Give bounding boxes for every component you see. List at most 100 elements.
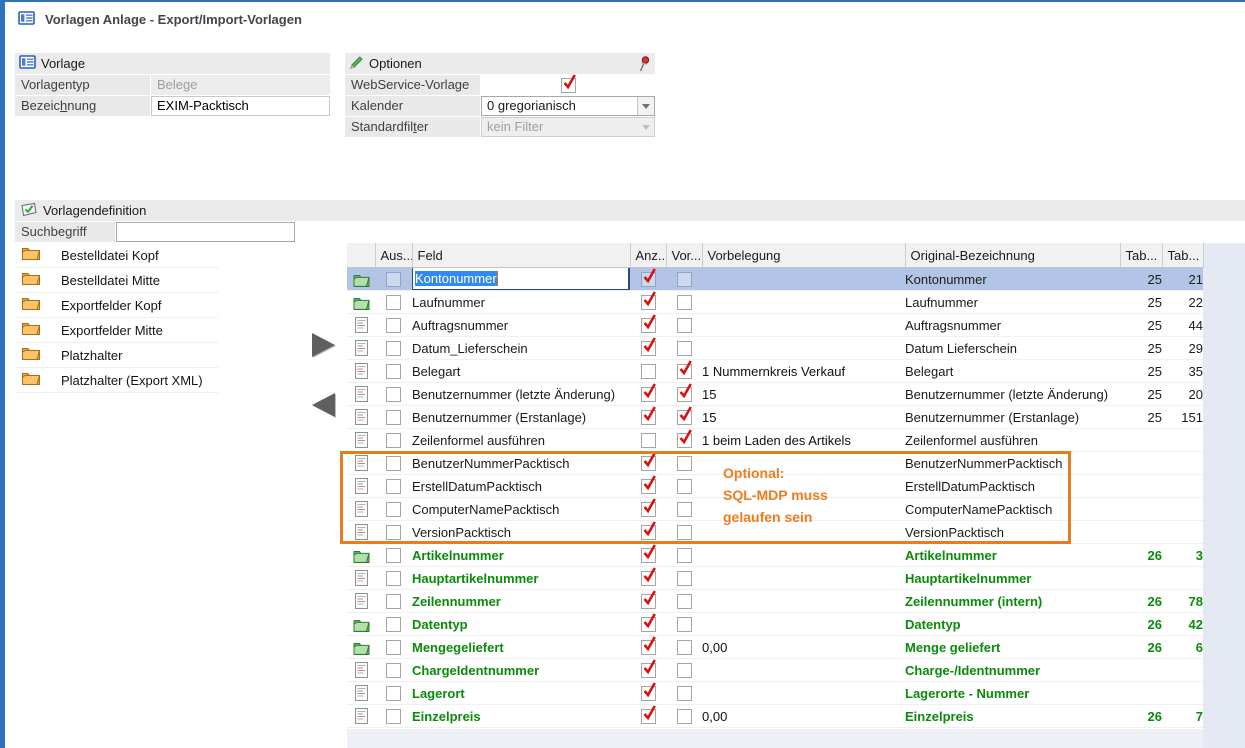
table-row[interactable]: ArtikelnummerArtikelnummer263 — [347, 544, 1203, 567]
vor-checkbox[interactable] — [677, 571, 692, 586]
aus-checkbox[interactable] — [386, 364, 401, 379]
vor-checkbox[interactable] — [677, 410, 692, 425]
vor-checkbox[interactable] — [677, 686, 692, 701]
anz-checkbox[interactable] — [641, 663, 656, 678]
table-row[interactable]: KontonummerKontonummer2521 — [347, 268, 1203, 291]
aus-checkbox[interactable] — [386, 617, 401, 632]
feld-cell[interactable]: Kontonummer — [412, 268, 630, 291]
pushpin-icon[interactable] — [637, 56, 650, 72]
anz-checkbox[interactable] — [641, 341, 656, 356]
anz-checkbox[interactable] — [641, 640, 656, 655]
vor-checkbox[interactable] — [677, 364, 692, 379]
aus-checkbox[interactable] — [386, 479, 401, 494]
table-row[interactable]: Einzelpreis0,00Einzelpreis267 — [347, 705, 1203, 728]
anz-checkbox[interactable] — [641, 479, 656, 494]
vorbelegung-cell[interactable] — [702, 291, 905, 314]
vorbelegung-cell[interactable] — [702, 314, 905, 337]
column-header-tab[interactable]: Tab... — [1162, 243, 1203, 268]
feld-cell[interactable]: Einzelpreis — [412, 705, 630, 728]
feld-cell[interactable]: Benutzernummer (Erstanlage) — [412, 406, 630, 429]
folder-item[interactable]: Exportfelder Mitte — [15, 318, 218, 343]
column-header-icon[interactable] — [347, 243, 375, 268]
vor-checkbox[interactable] — [677, 295, 692, 310]
anz-checkbox[interactable] — [641, 364, 656, 379]
table-row[interactable]: Mengegeliefert0,00Menge geliefert266 — [347, 636, 1203, 659]
table-row[interactable]: ChargeIdentnummerCharge-/Identnummer — [347, 659, 1203, 682]
aus-checkbox[interactable] — [386, 548, 401, 563]
feld-cell[interactable]: Mengegeliefert — [412, 636, 630, 659]
folder-item[interactable]: Bestelldatei Kopf — [15, 243, 218, 268]
vorbelegung-cell[interactable]: 0,00 — [702, 705, 905, 728]
table-row[interactable]: Benutzernummer (letzte Änderung)15Benutz… — [347, 383, 1203, 406]
anz-checkbox[interactable] — [641, 617, 656, 632]
vor-checkbox[interactable] — [677, 387, 692, 402]
table-row[interactable]: HauptartikelnummerHauptartikelnummer — [347, 567, 1203, 590]
aus-checkbox[interactable] — [386, 640, 401, 655]
anz-checkbox[interactable] — [641, 548, 656, 563]
column-header-vorbelegung[interactable]: Vorbelegung — [702, 243, 905, 268]
folder-item[interactable]: Exportfelder Kopf — [15, 293, 218, 318]
vor-checkbox[interactable] — [677, 272, 692, 287]
anz-checkbox[interactable] — [641, 410, 656, 425]
kalender-dropdown[interactable]: 0 gregorianisch — [481, 96, 655, 116]
aus-checkbox[interactable] — [386, 663, 401, 678]
vor-checkbox[interactable] — [677, 479, 692, 494]
vor-checkbox[interactable] — [677, 709, 692, 724]
vor-checkbox[interactable] — [677, 548, 692, 563]
anz-checkbox[interactable] — [641, 594, 656, 609]
folder-item[interactable]: Platzhalter (Export XML) — [15, 368, 218, 393]
column-header-vor[interactable]: Vor... — [666, 243, 702, 268]
table-row[interactable]: Belegart1 Nummernkreis VerkaufBelegart25… — [347, 360, 1203, 383]
feld-cell[interactable]: Zeilenformel ausführen — [412, 429, 630, 452]
anz-checkbox[interactable] — [641, 709, 656, 724]
feld-cell[interactable]: Benutzernummer (letzte Änderung) — [412, 383, 630, 406]
column-header-anz[interactable]: Anz... — [630, 243, 666, 268]
vorbelegung-cell[interactable]: 0,00 — [702, 636, 905, 659]
anz-checkbox[interactable] — [641, 525, 656, 540]
feld-cell[interactable]: Hauptartikelnummer — [412, 567, 630, 590]
vor-checkbox[interactable] — [677, 525, 692, 540]
aus-checkbox[interactable] — [386, 341, 401, 356]
kalender-dropdown-button[interactable] — [637, 97, 654, 115]
feld-cell[interactable]: ErstellDatumPacktisch — [412, 475, 630, 498]
table-row[interactable]: Zeilenformel ausführen1 beim Laden des A… — [347, 429, 1203, 452]
vor-checkbox[interactable] — [677, 456, 692, 471]
feld-cell[interactable]: ComputerNamePacktisch — [412, 498, 630, 521]
aus-checkbox[interactable] — [386, 686, 401, 701]
aus-checkbox[interactable] — [386, 295, 401, 310]
vorbelegung-cell[interactable]: 15 — [702, 406, 905, 429]
vorbelegung-cell[interactable]: 1 Nummernkreis Verkauf — [702, 360, 905, 383]
feld-cell[interactable]: Datum_Lieferschein — [412, 337, 630, 360]
anz-checkbox[interactable] — [641, 456, 656, 471]
feld-cell[interactable]: Datentyp — [412, 613, 630, 636]
vorbelegung-cell[interactable] — [702, 682, 905, 705]
table-row[interactable]: Datum_LieferscheinDatum Lieferschein2529 — [347, 337, 1203, 360]
anz-checkbox[interactable] — [641, 571, 656, 586]
anz-checkbox[interactable] — [641, 433, 656, 448]
aus-checkbox[interactable] — [386, 318, 401, 333]
aus-checkbox[interactable] — [386, 272, 401, 287]
aus-checkbox[interactable] — [386, 525, 401, 540]
aus-checkbox[interactable] — [386, 410, 401, 425]
vorbelegung-cell[interactable]: 15 — [702, 383, 905, 406]
vor-checkbox[interactable] — [677, 640, 692, 655]
folder-item[interactable]: Bestelldatei Mitte — [15, 268, 218, 293]
column-header-originalbezeichnung[interactable]: Original-Bezeichnung — [905, 243, 1120, 268]
vor-checkbox[interactable] — [677, 594, 692, 609]
aus-checkbox[interactable] — [386, 433, 401, 448]
vor-checkbox[interactable] — [677, 318, 692, 333]
vor-checkbox[interactable] — [677, 341, 692, 356]
feld-cell[interactable]: ChargeIdentnummer — [412, 659, 630, 682]
aus-checkbox[interactable] — [386, 387, 401, 402]
feld-cell[interactable]: Belegart — [412, 360, 630, 383]
column-header-feld[interactable]: Feld — [412, 243, 630, 268]
vor-checkbox[interactable] — [677, 433, 692, 448]
table-row[interactable]: AuftragsnummerAuftragsnummer2544 — [347, 314, 1203, 337]
aus-checkbox[interactable] — [386, 571, 401, 586]
vor-checkbox[interactable] — [677, 663, 692, 678]
vor-checkbox[interactable] — [677, 617, 692, 632]
table-row[interactable]: LaufnummerLaufnummer2522 — [347, 291, 1203, 314]
vorbelegung-cell[interactable] — [702, 268, 905, 291]
anz-checkbox[interactable] — [641, 387, 656, 402]
vorbelegung-cell[interactable] — [702, 337, 905, 360]
